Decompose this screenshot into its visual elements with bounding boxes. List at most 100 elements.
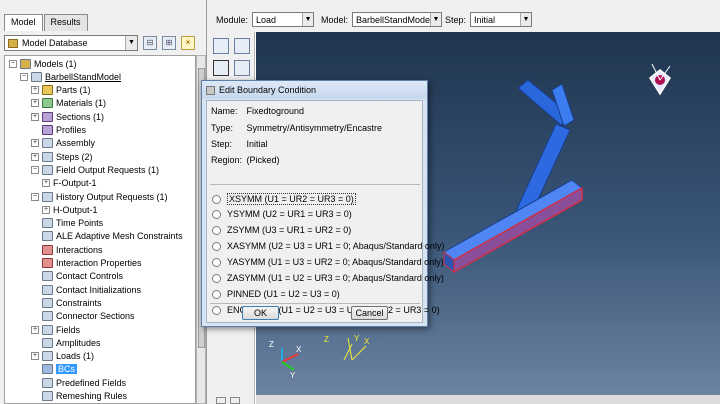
expand-icon[interactable]: + <box>31 86 39 95</box>
expand-icon[interactable]: + <box>42 205 50 214</box>
radio-button[interactable] <box>212 273 221 283</box>
collapse-icon[interactable]: − <box>31 192 39 201</box>
tree-item[interactable]: + Loads (1) <box>31 350 94 363</box>
tree-item-label: Time Points <box>56 218 104 229</box>
bc-manager-icon[interactable] <box>234 60 250 76</box>
expand-icon[interactable]: + <box>31 325 39 334</box>
radio-button[interactable] <box>212 289 221 299</box>
expand-icon[interactable]: + <box>42 179 50 188</box>
tree-item[interactable]: Amplitudes <box>31 336 101 349</box>
tree-item[interactable]: + Parts (1) <box>31 84 91 97</box>
tree-node-icon <box>42 138 53 149</box>
tree-item-label: H-Output-1 <box>53 204 98 215</box>
bc-option[interactable]: YSYMM (U2 = UR1 = UR3 = 0) <box>212 209 352 219</box>
radio-button[interactable] <box>212 225 221 235</box>
tree-item[interactable]: + Steps (2) <box>31 150 93 163</box>
chevron-down-icon: ▼ <box>302 13 314 26</box>
step-value: Initial <box>246 139 268 149</box>
tree-node-icon <box>42 377 53 388</box>
tree-item[interactable]: − BarbellStandModel <box>20 70 121 83</box>
tree-node-icon <box>42 125 53 135</box>
collapse-icon[interactable]: − <box>20 72 28 81</box>
tree-item-label: Loads (1) <box>56 351 95 362</box>
tree-item[interactable]: Contact Controls <box>31 270 123 283</box>
tree-item[interactable]: ALE Adaptive Mesh Constraints <box>31 230 183 243</box>
dialog-titlebar[interactable]: Edit Boundary Condition <box>202 81 427 99</box>
tree-item[interactable]: Time Points <box>31 217 103 230</box>
tree-item[interactable]: Remeshing Rules <box>31 390 127 403</box>
bc-option[interactable]: ZSYMM (U3 = UR1 = UR2 = 0) <box>212 225 351 235</box>
bc-option[interactable]: ZASYMM (U1 = U2 = UR3 = 0; Abaqus/Standa… <box>212 273 444 283</box>
tree-item[interactable]: − Field Output Requests (1) <box>31 163 159 176</box>
tree-item[interactable]: Predefined Fields <box>31 376 126 389</box>
tree-item-label: Remeshing Rules <box>56 391 128 401</box>
load-manager-icon[interactable] <box>234 38 250 54</box>
expand-icon[interactable]: + <box>31 112 39 121</box>
tree-item[interactable]: BCs <box>31 363 78 376</box>
tree-item[interactable]: Profiles <box>31 124 86 137</box>
cancel-button[interactable]: Cancel <box>351 306 388 320</box>
tree-item[interactable]: Constraints <box>31 296 102 309</box>
expand-icon[interactable]: + <box>31 352 39 361</box>
tree-node-icon <box>42 151 53 162</box>
bc-option[interactable]: XSYMM (U1 = UR2 = UR3 = 0) <box>212 193 356 205</box>
tree-item[interactable]: + Fields <box>31 323 80 336</box>
tree-node-icon <box>42 337 53 348</box>
model-value: BarbellStandModel <box>356 14 433 25</box>
tree-item[interactable]: + F-Output-1 <box>42 177 97 190</box>
tab-results[interactable]: Results <box>43 14 88 31</box>
tree-item[interactable]: + Sections (1) <box>31 110 104 123</box>
radio-button[interactable] <box>212 257 221 267</box>
region-value: (Picked) <box>246 155 280 165</box>
ok-button[interactable]: OK <box>242 306 279 320</box>
radio-button[interactable] <box>212 305 221 315</box>
tree-item[interactable]: Connector Sections <box>31 310 135 323</box>
viewport-footer <box>256 395 720 404</box>
tree-item[interactable]: + Assembly <box>31 137 95 150</box>
module-select[interactable]: Load ▼ <box>252 12 315 27</box>
expand-icon[interactable]: + <box>31 152 39 161</box>
tree-item-label: History Output Requests (1) <box>56 191 168 202</box>
tree-item[interactable]: − Models (1) <box>9 57 77 70</box>
base-top-face <box>443 179 583 261</box>
tree-item[interactable]: + Materials (1) <box>31 97 106 110</box>
expand-icon[interactable]: + <box>31 139 39 148</box>
expand-icon[interactable]: + <box>31 99 39 108</box>
tree-item[interactable]: Interaction Properties <box>31 257 142 270</box>
tab-model[interactable]: Model <box>4 14 43 31</box>
collapse-icon[interactable]: − <box>31 165 39 174</box>
minimize-button[interactable] <box>216 397 226 404</box>
tree-item[interactable]: − History Output Requests (1) <box>31 190 168 203</box>
step-select[interactable]: Initial ▼ <box>470 12 533 27</box>
base-selected-face <box>453 186 583 274</box>
view-compass-icon[interactable] <box>649 63 671 96</box>
create-load-icon[interactable] <box>213 38 229 54</box>
model-database-select[interactable]: Model Database ▼ <box>4 35 138 51</box>
tree-item[interactable]: Contact Initializations <box>31 283 141 296</box>
collapse-icon[interactable]: − <box>9 59 17 68</box>
model-tree-panel: Model Results Model Database ▼ ⊟ ⊞ ☀ − Mo… <box>0 0 207 404</box>
bc-option[interactable]: YASYMM (U1 = U3 = UR2 = 0; Abaqus/Standa… <box>212 257 444 267</box>
tree-node-icon <box>42 297 53 308</box>
bc-option[interactable]: XASYMM (U2 = U3 = UR1 = 0; Abaqus/Standa… <box>212 241 444 251</box>
tree-node-icon <box>42 351 53 362</box>
region-key: Region: <box>211 155 243 165</box>
tree-item-label: Materials (1) <box>56 98 107 109</box>
maximize-button[interactable] <box>230 397 240 404</box>
filter-icon[interactable]: ⊟ <box>143 36 157 50</box>
bc-option-label: ZASYMM (U1 = U2 = UR3 = 0; Abaqus/Standa… <box>227 273 444 283</box>
tree-item[interactable]: Interactions <box>31 243 103 256</box>
lightbulb-icon[interactable]: ☀ <box>181 36 195 50</box>
radio-button[interactable] <box>212 209 221 219</box>
create-bc-icon[interactable] <box>213 60 229 76</box>
tree-item-label: Predefined Fields <box>56 377 127 388</box>
radio-button[interactable] <box>212 241 221 251</box>
radio-button[interactable] <box>212 194 221 204</box>
bc-option-label: XSYMM (U1 = UR2 = UR3 = 0) <box>227 193 356 205</box>
tree-item-label: ALE Adaptive Mesh Constraints <box>56 231 183 242</box>
collapse-icon[interactable]: ⊞ <box>162 36 176 50</box>
bc-option[interactable]: PINNED (U1 = U2 = U3 = 0) <box>212 289 340 299</box>
tree-item[interactable]: + H-Output-1 <box>42 203 98 216</box>
model-select[interactable]: BarbellStandModel ▼ <box>352 12 443 27</box>
step-value: Initial <box>474 14 496 25</box>
